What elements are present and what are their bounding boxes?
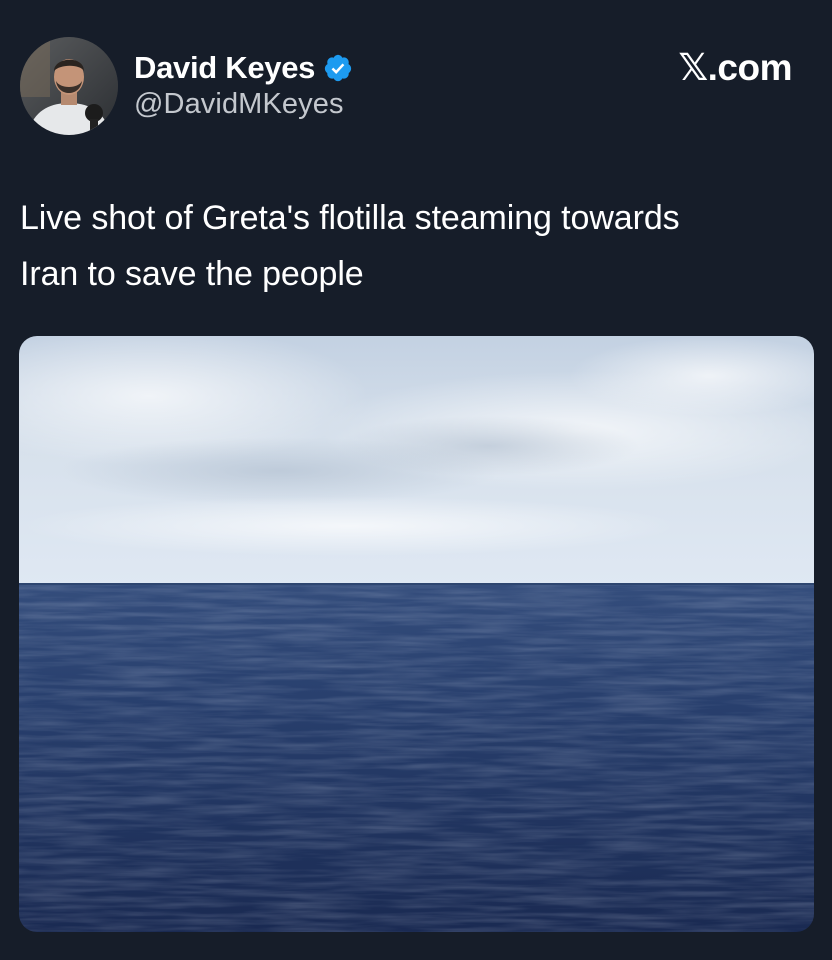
tweet-text-line: Live shot of Greta's flotilla steaming t… bbox=[20, 199, 680, 237]
verified-badge-icon bbox=[323, 53, 353, 83]
profile-photo-icon bbox=[20, 37, 118, 135]
avatar[interactable] bbox=[20, 37, 118, 135]
x-logo-icon: 𝕏 bbox=[678, 46, 708, 89]
ocean-photo-icon bbox=[19, 336, 814, 932]
author-name-row: David Keyes bbox=[134, 46, 353, 90]
tweet-media-image[interactable] bbox=[19, 336, 814, 932]
source-domain: .com bbox=[707, 46, 793, 88]
tweet-text: Live shot of Greta's flotilla steaming t… bbox=[20, 190, 810, 302]
tweet-card: David Keyes @DavidMKeyes 𝕏 .com Live shot… bbox=[0, 0, 832, 960]
tweet-text-line: Iran to save the people bbox=[20, 255, 364, 293]
author-handle[interactable]: @DavidMKeyes bbox=[134, 88, 344, 121]
source-label: 𝕏 .com bbox=[678, 46, 792, 89]
author-display-name[interactable]: David Keyes bbox=[134, 50, 315, 86]
